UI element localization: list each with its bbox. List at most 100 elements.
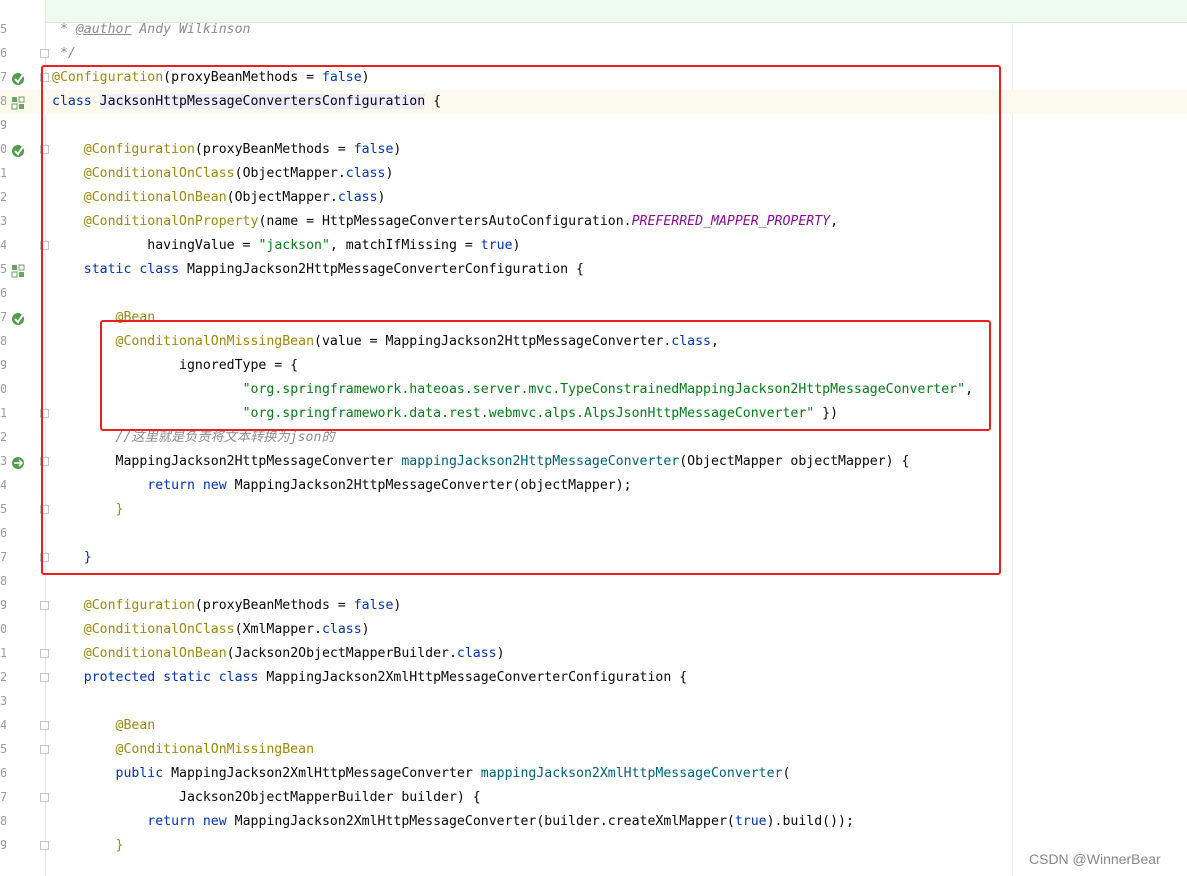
- code-line[interactable]: 1 @ConditionalOnClass(ObjectMapper.class…: [0, 162, 1187, 186]
- code-token: class: [52, 94, 100, 109]
- fold-toggle[interactable]: [40, 841, 49, 850]
- code-token: class: [345, 166, 386, 181]
- code-line[interactable]: 4 havingValue = "jackson", matchIfMissin…: [0, 234, 1187, 258]
- line-number: 0: [0, 142, 6, 156]
- code-token: ,: [711, 334, 719, 349]
- code-text: ignoredType = {: [52, 358, 298, 374]
- fold-toggle[interactable]: [40, 145, 49, 154]
- code-token: @ConditionalOnClass: [52, 622, 235, 637]
- fold-toggle[interactable]: [40, 649, 49, 658]
- code-line[interactable]: 3 MappingJackson2HttpMessageConverter ma…: [0, 450, 1187, 474]
- code-text: "org.springframework.data.rest.webmvc.al…: [52, 406, 838, 422]
- code-line[interactable]: 4 @Bean: [0, 714, 1187, 738]
- code-line[interactable]: 7 @Configuration(proxyBeanMethods = fals…: [0, 66, 1187, 90]
- line-number: 4: [0, 718, 6, 732]
- fold-toggle[interactable]: [40, 49, 49, 58]
- code-text: @ConditionalOnClass(XmlMapper.class): [52, 622, 370, 638]
- code-token: protected static class: [52, 670, 267, 685]
- code-editor[interactable]: 5 * @author Andy Wilkinson 6 */ 7 @Confi…: [0, 0, 1187, 876]
- code-token: (ObjectMapper.: [226, 190, 338, 205]
- implemented-icon[interactable]: [10, 94, 28, 110]
- code-line[interactable]: 7 }: [0, 546, 1187, 570]
- line-number: 7: [0, 790, 6, 804]
- code-line[interactable]: 4 return new MappingJackson2HttpMessageC…: [0, 474, 1187, 498]
- code-line-current[interactable]: 8 class JacksonHttpMessageConvertersConf…: [0, 90, 1187, 114]
- code-line[interactable]: 8: [0, 570, 1187, 594]
- code-line[interactable]: 3 @ConditionalOnProperty(name = HttpMess…: [0, 210, 1187, 234]
- code-token: ): [393, 142, 402, 157]
- line-number: 3: [0, 454, 6, 468]
- code-text: }: [52, 502, 124, 518]
- code-line[interactable]: 0 "org.springframework.hateoas.server.mv…: [0, 378, 1187, 402]
- code-line[interactable]: 9 ignoredType = {: [0, 354, 1187, 378]
- bean-config-icon[interactable]: [10, 142, 28, 158]
- code-text: }: [52, 838, 124, 854]
- code-line[interactable]: 5 * @author Andy Wilkinson: [0, 18, 1187, 42]
- code-token: }: [52, 838, 124, 853]
- code-text: @ConditionalOnMissingBean(value = Mappin…: [52, 334, 719, 350]
- code-line[interactable]: 1 "org.springframework.data.rest.webmvc.…: [0, 402, 1187, 426]
- bean-config-icon[interactable]: [10, 310, 28, 326]
- line-number: 6: [0, 46, 6, 60]
- code-token: mappingJackson2HttpMessageConverter: [401, 454, 680, 469]
- fold-toggle[interactable]: [40, 241, 49, 250]
- code-token: (value = MappingJackson2HttpMessageConve…: [314, 334, 672, 349]
- line-number: 1: [0, 646, 6, 660]
- code-text: public MappingJackson2XmlHttpMessageConv…: [52, 766, 791, 782]
- code-token: @Configuration: [52, 70, 164, 85]
- fold-toggle[interactable]: [40, 721, 49, 730]
- fold-toggle[interactable]: [40, 73, 49, 82]
- code-token: */: [52, 46, 76, 61]
- code-line[interactable]: 3: [0, 690, 1187, 714]
- code-token: static class: [52, 262, 187, 277]
- code-line[interactable]: 6 public MappingJackson2XmlHttpMessageCo…: [0, 762, 1187, 786]
- line-number: 6: [0, 766, 6, 780]
- code-line[interactable]: 8 return new MappingJackson2XmlHttpMessa…: [0, 810, 1187, 834]
- code-token: return new: [147, 478, 227, 493]
- code-line[interactable]: 0 @Configuration(proxyBeanMethods = fals…: [0, 138, 1187, 162]
- code-line[interactable]: 2 @ConditionalOnBean(ObjectMapper.class): [0, 186, 1187, 210]
- fold-toggle[interactable]: [40, 409, 49, 418]
- code-token: PREFERRED_MAPPER_PROPERTY: [631, 214, 831, 229]
- bean-config-icon[interactable]: [10, 70, 28, 86]
- code-line[interactable]: 9 @Configuration(proxyBeanMethods = fals…: [0, 594, 1187, 618]
- code-token: (ObjectMapper.: [234, 166, 346, 181]
- fold-toggle[interactable]: [40, 673, 49, 682]
- bean-method-icon[interactable]: [10, 454, 28, 470]
- code-token: MappingJackson2XmlHttpMessageConverter: [171, 766, 481, 781]
- code-text: class JacksonHttpMessageConvertersConfig…: [52, 94, 441, 110]
- fold-toggle[interactable]: [40, 745, 49, 754]
- code-line[interactable]: 5 }: [0, 498, 1187, 522]
- fold-toggle[interactable]: [40, 505, 49, 514]
- code-token: ): [361, 622, 370, 637]
- code-line[interactable]: 5 @ConditionalOnMissingBean: [0, 738, 1187, 762]
- code-token: (Jackson2ObjectMapperBuilder.: [226, 646, 457, 661]
- code-text: @Configuration(proxyBeanMethods = false): [52, 598, 402, 614]
- code-line[interactable]: 8 @ConditionalOnMissingBean(value = Mapp…: [0, 330, 1187, 354]
- code-text: @ConditionalOnMissingBean: [52, 742, 315, 758]
- code-token: , matchIfMissing =: [329, 238, 481, 253]
- implemented-icon[interactable]: [10, 262, 28, 278]
- fold-toggle[interactable]: [40, 457, 49, 466]
- code-line[interactable]: 9 }: [0, 834, 1187, 858]
- code-text: */: [52, 46, 76, 62]
- code-line[interactable]: 7 @Bean: [0, 306, 1187, 330]
- code-line[interactable]: 7 Jackson2ObjectMapperBuilder builder) {: [0, 786, 1187, 810]
- code-token: class: [671, 334, 711, 349]
- code-line[interactable]: 6: [0, 522, 1187, 546]
- code-line[interactable]: 5 static class MappingJackson2HttpMessag…: [0, 258, 1187, 282]
- code-line[interactable]: 0 @ConditionalOnClass(XmlMapper.class): [0, 618, 1187, 642]
- code-line[interactable]: 9: [0, 114, 1187, 138]
- code-line[interactable]: 2 protected static class MappingJackson2…: [0, 666, 1187, 690]
- code-text: @ConditionalOnBean(Jackson2ObjectMapperB…: [52, 646, 505, 662]
- code-token: {: [425, 94, 442, 109]
- code-line[interactable]: 2 //这里就是负责将文本转换为json的: [0, 426, 1187, 450]
- line-number: 2: [0, 190, 6, 204]
- fold-toggle[interactable]: [40, 601, 49, 610]
- fold-toggle[interactable]: [40, 793, 49, 802]
- fold-toggle[interactable]: [40, 553, 49, 562]
- code-line[interactable]: 1 @ConditionalOnBean(Jackson2ObjectMappe…: [0, 642, 1187, 666]
- code-line[interactable]: 6: [0, 282, 1187, 306]
- code-token: *: [52, 22, 76, 37]
- code-line[interactable]: 6 */: [0, 42, 1187, 66]
